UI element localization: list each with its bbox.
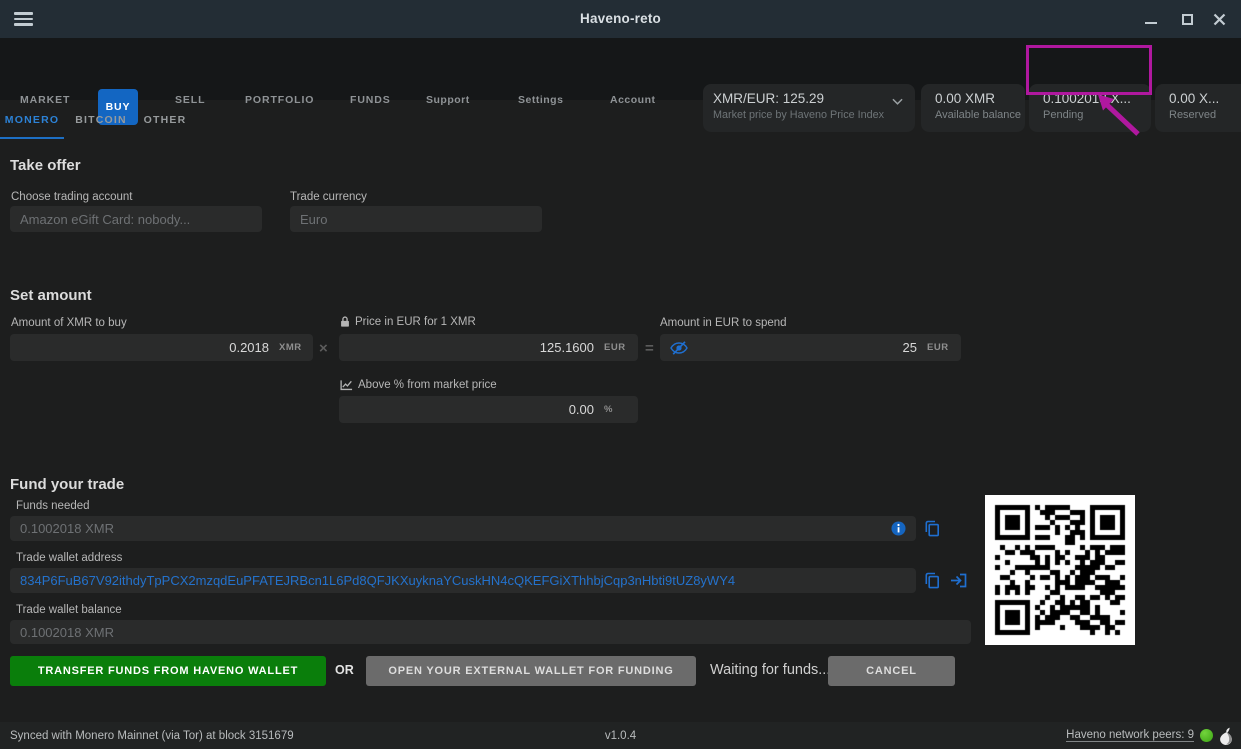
window-title: Haveno-reto [0,11,1241,26]
minimize-button[interactable] [1133,0,1169,38]
trade-currency-value: Euro [300,212,327,227]
wallet-address-label: Trade wallet address [16,552,122,564]
wallet-qr-code [985,495,1135,645]
wallet-balance-field: 0.1002018 XMR [10,620,971,644]
currency-tabbar: MONERO BITCOIN OTHER [0,100,1241,140]
funds-needed-label: Funds needed [16,500,90,512]
trend-chart-icon [340,379,353,391]
transfer-funds-button[interactable]: TRANSFER FUNDS FROM HAVENO WALLET [10,656,326,686]
deviation-value: 0.00 [349,402,594,417]
tab-bitcoin[interactable]: BITCOIN [72,100,130,139]
wallet-balance-value: 0.1002018 XMR [20,625,114,640]
funds-needed-field: 0.1002018 XMR [10,516,916,541]
deviation-suffix: % [604,404,628,415]
copy-icon[interactable] [924,572,940,589]
amount-suffix: XMR [279,342,303,353]
trading-account-label: Choose trading account [11,191,132,203]
deviation-label: Above % from market price [340,379,497,391]
main-navbar: MARKET BUY SELL PORTFOLIO FUNDS Support … [0,38,1241,100]
external-wallet-button[interactable]: OPEN YOUR EXTERNAL WALLET FOR FUNDING [366,656,696,686]
trading-account-select[interactable]: Amazon eGift Card: nobody... [10,206,262,232]
cancel-button[interactable]: CANCEL [828,656,955,686]
maximize-icon [1182,14,1193,25]
trade-currency-select[interactable]: Euro [290,206,542,232]
close-button[interactable] [1201,0,1237,38]
copy-icon[interactable] [924,520,940,537]
price-label-text: Price in EUR for 1 XMR [355,316,476,328]
network-peers-link[interactable]: Haveno network peers: 9 [1066,729,1194,742]
spend-value: 25 [692,340,917,355]
open-wallet-icon[interactable] [950,573,967,588]
lock-icon [340,315,350,328]
wallet-address-value: 834P6FuB67V92ithdyTpPCX2mzqdEuPFATEJRBcn… [20,573,735,588]
spend-suffix: EUR [927,342,951,353]
price-label: Price in EUR for 1 XMR [340,315,476,328]
amount-value: 0.2018 [20,340,269,355]
spend-input[interactable]: 25 EUR [660,334,961,361]
tab-monero[interactable]: MONERO [0,100,64,139]
connection-status-icon [1200,729,1213,742]
spend-label: Amount in EUR to spend [660,317,787,329]
peers-group: Haveno network peers: 9 [1066,727,1233,745]
waiting-status-text: Waiting for funds... [710,662,830,678]
deviation-input[interactable]: 0.00 % [339,396,638,423]
maximize-button[interactable] [1169,0,1205,38]
minimize-icon [1145,22,1157,25]
info-icon[interactable] [891,521,906,536]
tab-other[interactable]: OTHER [140,100,190,139]
multiply-sign: × [319,340,328,357]
amount-label: Amount of XMR to buy [11,317,127,329]
price-value: 125.1600 [349,340,594,355]
titlebar: Haveno-reto [0,0,1241,38]
equals-sign: = [645,340,654,357]
or-label: OR [335,663,354,677]
funds-needed-value: 0.1002018 XMR [20,521,891,536]
version-text: v1.0.4 [0,730,1241,742]
trading-account-value: Amazon eGift Card: nobody... [20,212,190,227]
price-suffix: EUR [604,342,628,353]
eye-slash-icon[interactable] [670,341,688,355]
qr-code-image [985,495,1135,645]
close-icon [1213,13,1226,26]
tor-onion-icon [1219,727,1233,745]
wallet-balance-label: Trade wallet balance [16,604,122,616]
deviation-label-text: Above % from market price [358,379,497,391]
trade-currency-label: Trade currency [290,191,367,203]
fund-trade-heading: Fund your trade [10,476,124,493]
amount-input[interactable]: 0.2018 XMR [10,334,313,361]
set-amount-heading: Set amount [10,287,92,304]
price-input[interactable]: 125.1600 EUR [339,334,638,361]
take-offer-heading: Take offer [10,157,81,174]
status-footer: Synced with Monero Mainnet (via Tor) at … [0,722,1241,749]
wallet-address-field[interactable]: 834P6FuB67V92ithdyTpPCX2mzqdEuPFATEJRBcn… [10,568,916,593]
